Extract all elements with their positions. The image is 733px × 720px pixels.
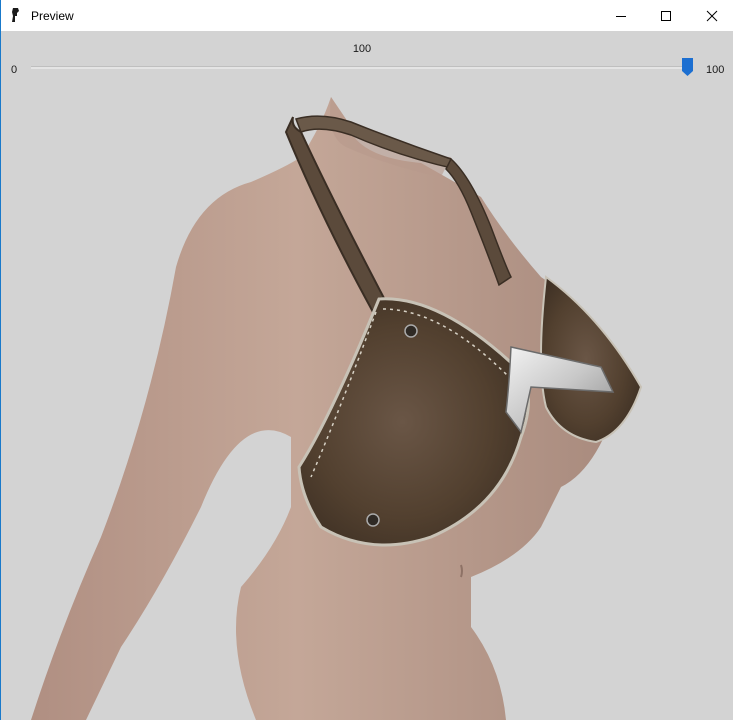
slider-value-label: 100: [352, 43, 372, 55]
slider-thumb[interactable]: [682, 58, 693, 76]
close-icon: [706, 10, 718, 21]
title-bar[interactable]: Preview: [1, 0, 733, 31]
slider-min-label: 0: [11, 64, 18, 76]
slider-max-label: 100: [706, 64, 725, 76]
minimize-icon: [616, 15, 626, 17]
preview-window: Preview 100 0 100: [0, 0, 733, 720]
maximize-icon: [661, 10, 671, 21]
preview-content: 100 0 100: [1, 31, 733, 720]
3d-model-viewport[interactable]: [1, 87, 733, 720]
minimize-button[interactable]: [598, 0, 644, 31]
close-button[interactable]: [689, 0, 733, 31]
window-title: Preview: [31, 9, 74, 23]
figure-icon: [12, 8, 19, 22]
maximize-button[interactable]: [643, 0, 689, 31]
weight-slider-track[interactable]: [31, 66, 691, 69]
